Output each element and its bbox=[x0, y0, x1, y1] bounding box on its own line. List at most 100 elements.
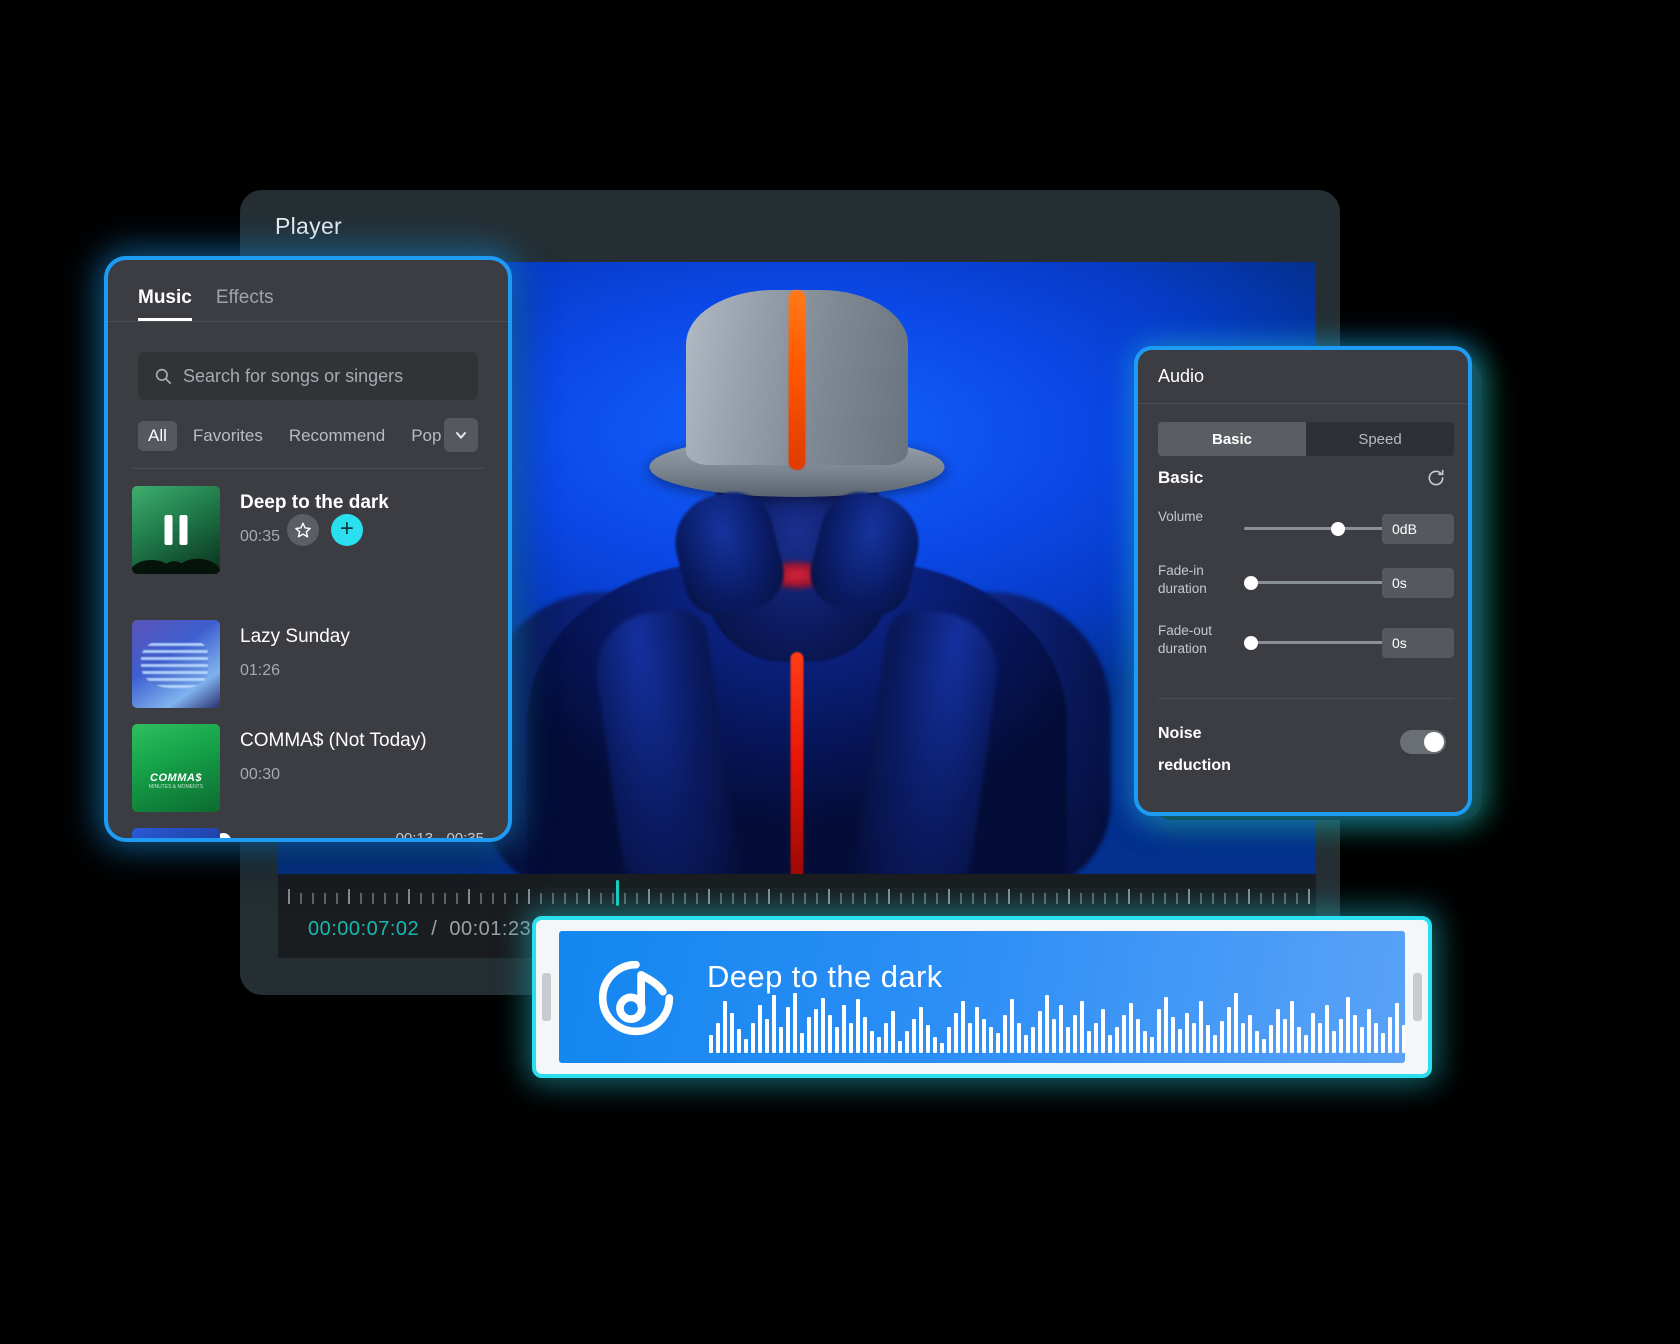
ruler-tick bbox=[588, 889, 590, 904]
ruler-tick bbox=[888, 889, 890, 904]
album-cover bbox=[132, 486, 220, 574]
fade-out-slider[interactable] bbox=[1244, 636, 1384, 650]
reset-icon[interactable] bbox=[1426, 468, 1446, 488]
waveform-bar bbox=[982, 1019, 986, 1053]
waveform-bar bbox=[1178, 1029, 1182, 1053]
ruler-tick bbox=[1200, 893, 1202, 904]
chevron-down-icon[interactable] bbox=[444, 418, 478, 452]
progress-track[interactable] bbox=[136, 839, 366, 842]
current-time: 00:00:07:02 bbox=[308, 918, 420, 940]
ruler-tick bbox=[720, 893, 722, 904]
ruler-tick bbox=[936, 893, 938, 904]
waveform-bar bbox=[849, 1023, 853, 1053]
ruler-tick bbox=[408, 889, 410, 904]
ruler-tick bbox=[600, 893, 602, 904]
time-separator: / bbox=[431, 918, 438, 940]
waveform-bar bbox=[870, 1031, 874, 1053]
slider-track[interactable] bbox=[1244, 641, 1384, 644]
tab-basic[interactable]: Basic bbox=[1158, 422, 1306, 456]
chip-favorites[interactable]: Favorites bbox=[183, 421, 273, 451]
ruler-tick bbox=[780, 893, 782, 904]
waveform-bar bbox=[821, 998, 825, 1053]
music-panel-tabs: Music Effects bbox=[108, 260, 508, 322]
waveform-bar bbox=[1017, 1023, 1021, 1053]
ruler-tick bbox=[396, 893, 398, 904]
search-input[interactable]: Search for songs or singers bbox=[138, 352, 478, 400]
chip-recommend[interactable]: Recommend bbox=[279, 421, 395, 451]
waveform-bar bbox=[1395, 1003, 1399, 1053]
fade-in-value[interactable]: 0s bbox=[1382, 568, 1454, 598]
ruler-tick bbox=[1176, 893, 1178, 904]
tab-music[interactable]: Music bbox=[138, 287, 192, 321]
waveform-bar bbox=[877, 1037, 881, 1053]
progress-elapsed: 00:13 bbox=[395, 830, 434, 842]
ruler-tick bbox=[492, 893, 494, 904]
star-icon[interactable] bbox=[286, 514, 319, 546]
audio-panel: Audio Basic Speed Basic Volume 0dB Fade-… bbox=[1134, 346, 1472, 816]
ruler-tick bbox=[372, 893, 374, 904]
ruler-tick bbox=[708, 889, 710, 904]
waveform-bar bbox=[1003, 1015, 1007, 1053]
progress-time: 00:13 · 00:35 bbox=[395, 830, 484, 842]
volume-slider[interactable] bbox=[1244, 522, 1384, 536]
waveform-bar bbox=[1010, 999, 1014, 1053]
ruler-tick bbox=[1308, 889, 1310, 904]
waveform-bar bbox=[1129, 1003, 1133, 1053]
ruler-tick bbox=[852, 893, 854, 904]
tab-speed[interactable]: Speed bbox=[1306, 422, 1454, 456]
music-note-circle-icon bbox=[598, 960, 674, 1036]
pause-icon[interactable] bbox=[164, 515, 188, 545]
slider-knob[interactable] bbox=[1244, 576, 1258, 590]
song-title: Lazy Sunday bbox=[240, 626, 350, 647]
ruler-tick bbox=[516, 893, 518, 904]
fade-in-slider[interactable] bbox=[1244, 576, 1384, 590]
list-divider bbox=[132, 468, 484, 469]
list-item[interactable]: COMMA$ MINUTES & MOMENTS COMMA$ (Not Tod… bbox=[132, 724, 427, 812]
ruler-tick bbox=[1296, 893, 1298, 904]
ruler-tick bbox=[1212, 893, 1214, 904]
ruler-tick bbox=[1128, 889, 1130, 904]
playhead[interactable] bbox=[616, 880, 619, 906]
song-meta: Lazy Sunday 01:26 bbox=[240, 620, 350, 680]
list-item[interactable]: Deep to the dark 00:35 + bbox=[132, 486, 389, 574]
waveform-bar bbox=[996, 1033, 1000, 1053]
list-item[interactable]: Lazy Sunday 01:26 bbox=[132, 620, 350, 708]
waveform-bar bbox=[856, 999, 860, 1053]
ruler-tick bbox=[828, 889, 830, 904]
waveform-bar bbox=[709, 1035, 713, 1053]
clip-handle-right[interactable] bbox=[1413, 973, 1422, 1021]
volume-value[interactable]: 0dB bbox=[1382, 514, 1454, 544]
waveform-bar bbox=[758, 1005, 762, 1053]
waveform-bar bbox=[1164, 997, 1168, 1053]
fade-out-value[interactable]: 0s bbox=[1382, 628, 1454, 658]
chip-all[interactable]: All bbox=[138, 421, 177, 451]
ruler-tick bbox=[1248, 889, 1250, 904]
slider-knob[interactable] bbox=[1330, 522, 1345, 536]
clip-handle-left[interactable] bbox=[542, 973, 551, 1021]
waveform-bar bbox=[1325, 1005, 1329, 1053]
waveform-bar bbox=[1332, 1031, 1336, 1053]
slider-track[interactable] bbox=[1244, 581, 1384, 584]
ruler-tick bbox=[1068, 889, 1070, 904]
slider-track[interactable] bbox=[1244, 527, 1384, 530]
ruler-tick bbox=[480, 893, 482, 904]
slider-knob[interactable] bbox=[1244, 636, 1258, 650]
song-title: Deep to the dark bbox=[240, 492, 389, 513]
waveform-bar bbox=[723, 1001, 727, 1053]
song-duration: 00:30 bbox=[240, 766, 281, 783]
ruler-tick bbox=[732, 893, 734, 904]
waveform bbox=[709, 987, 1405, 1053]
clip-body[interactable]: Deep to the dark bbox=[559, 931, 1405, 1063]
noise-reduction-toggle[interactable] bbox=[1400, 730, 1446, 754]
waveform-bar bbox=[1024, 1035, 1028, 1053]
waveform-bar bbox=[1052, 1019, 1056, 1053]
plus-icon[interactable]: + bbox=[330, 514, 363, 546]
tab-effects[interactable]: Effects bbox=[216, 287, 274, 321]
ruler-tick bbox=[312, 893, 314, 904]
waveform-bar bbox=[835, 1027, 839, 1053]
timeline-ruler[interactable] bbox=[288, 884, 1316, 904]
audio-clip[interactable]: Deep to the dark bbox=[532, 916, 1432, 1078]
list-item[interactable] bbox=[132, 828, 220, 838]
ruler-tick bbox=[756, 893, 758, 904]
ruler-tick bbox=[1080, 893, 1082, 904]
